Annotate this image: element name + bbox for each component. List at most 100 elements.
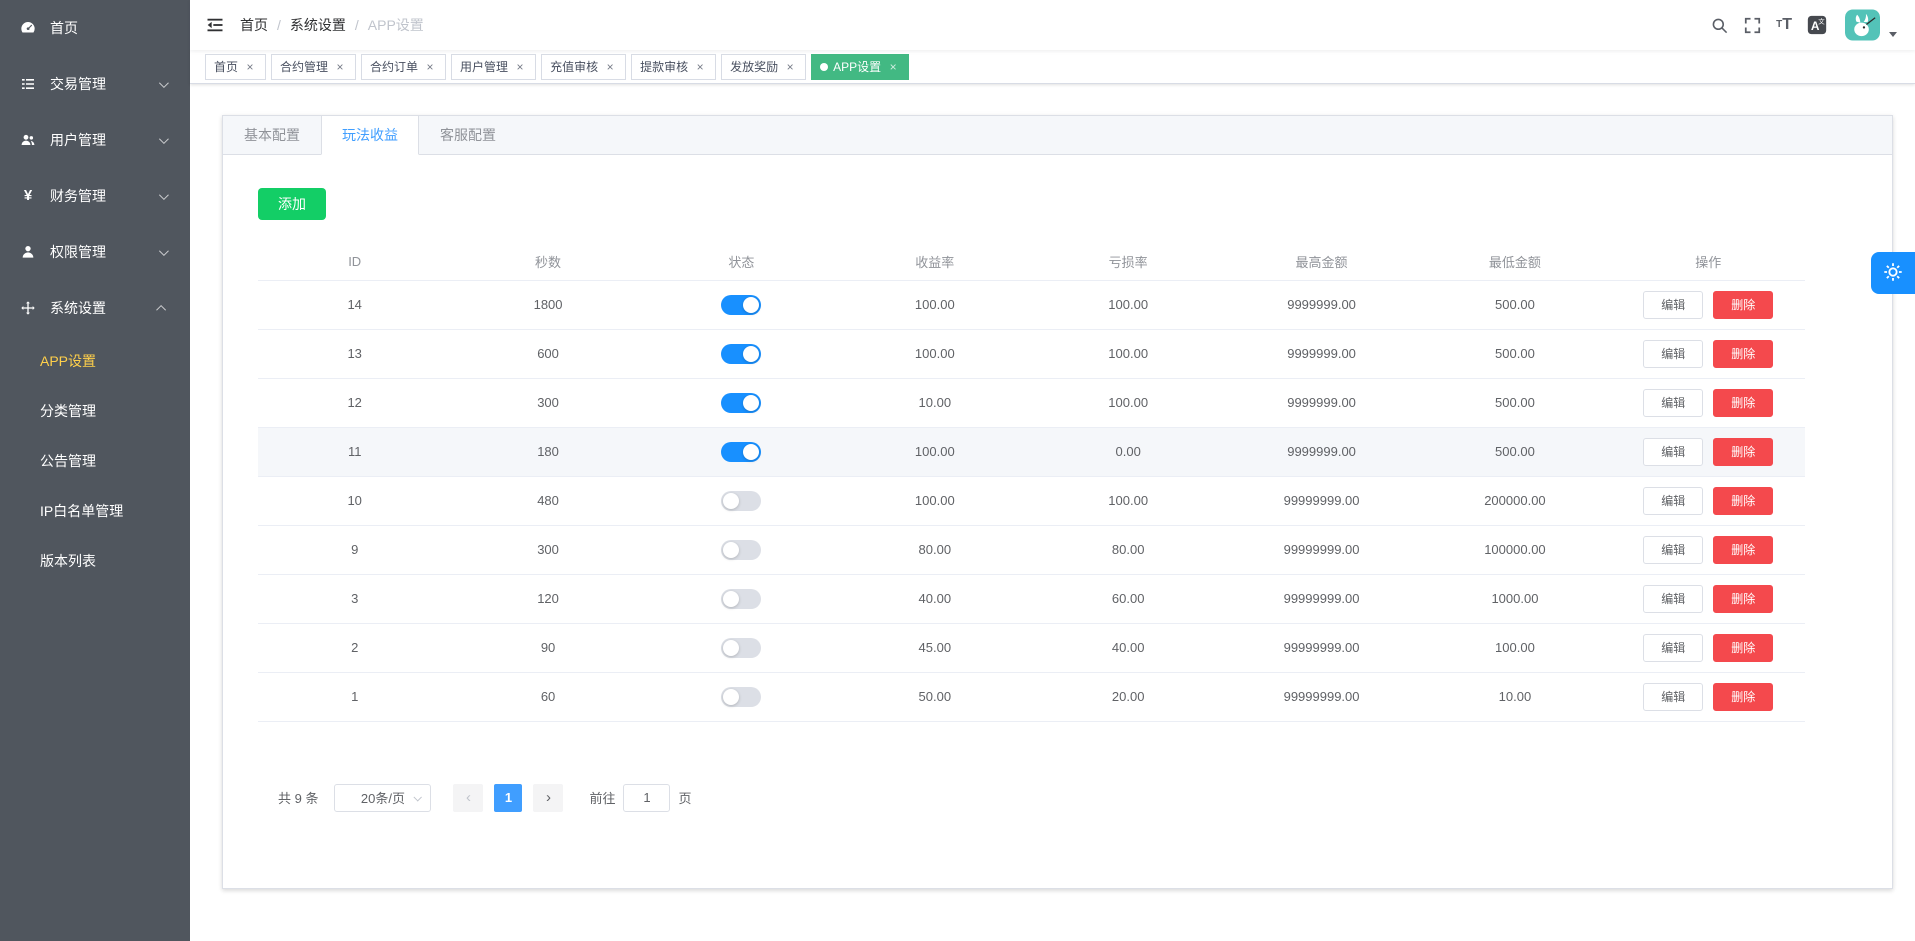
prev-page-button[interactable]: ‹ (453, 784, 483, 812)
delete-button[interactable]: 删除 (1713, 291, 1773, 319)
status-switch[interactable] (721, 540, 761, 560)
delete-button[interactable]: 删除 (1713, 536, 1773, 564)
sidebar-item-label: 用户管理 (50, 130, 159, 150)
edit-button[interactable]: 编辑 (1643, 634, 1703, 662)
tag-label: 充值审核 (550, 58, 598, 75)
cell-profit-rate: 100.00 (838, 280, 1031, 329)
pagination-total: 共 9 条 (278, 788, 318, 807)
edit-button[interactable]: 编辑 (1643, 487, 1703, 515)
tab-0[interactable]: 基本配置 (223, 116, 321, 155)
tag-label: 合约管理 (280, 58, 328, 75)
delete-button[interactable]: 删除 (1713, 340, 1773, 368)
cell-actions: 编辑删除 (1612, 672, 1805, 721)
page-number-button[interactable]: 1 (494, 784, 522, 812)
sidebar-item-2[interactable]: 用户管理 (0, 112, 190, 168)
switch-knob (743, 395, 759, 411)
tag-5[interactable]: 提款审核× (631, 54, 716, 80)
tag-close-icon[interactable]: × (603, 60, 617, 74)
tag-1[interactable]: 合约管理 × (271, 54, 356, 80)
tag-close-icon[interactable]: × (886, 60, 900, 74)
cell-max-amount: 9999999.00 (1225, 378, 1418, 427)
status-switch[interactable] (721, 393, 761, 413)
language-icon[interactable]: A 文 (1799, 0, 1835, 50)
edit-button[interactable]: 编辑 (1643, 536, 1703, 564)
edit-button[interactable]: 编辑 (1643, 438, 1703, 466)
sidebar-subitem-5-4[interactable]: 版本列表 (0, 536, 190, 586)
status-switch[interactable] (721, 687, 761, 707)
status-switch[interactable] (721, 491, 761, 511)
tag-7[interactable]: APP设置× (811, 54, 909, 80)
edit-button[interactable]: 编辑 (1643, 340, 1703, 368)
table-row: 10480100.00100.0099999999.00200000.00编辑删… (258, 476, 1805, 525)
cell-id: 13 (258, 329, 451, 378)
sidebar-item-3[interactable]: ¥财务管理 (0, 168, 190, 224)
sidebar-subitem-5-0[interactable]: APP设置 (0, 336, 190, 386)
cell-seconds: 300 (451, 378, 644, 427)
search-icon[interactable] (1703, 0, 1736, 50)
sidebar-item-4[interactable]: 权限管理 (0, 224, 190, 280)
tag-close-icon[interactable]: × (423, 60, 437, 74)
sidebar-subitem-5-2[interactable]: 公告管理 (0, 436, 190, 486)
cell-profit-rate: 40.00 (838, 574, 1031, 623)
sidebar-subitem-5-1[interactable]: 分类管理 (0, 386, 190, 436)
delete-button[interactable]: 删除 (1713, 683, 1773, 711)
cell-status (645, 672, 838, 721)
tag-3[interactable]: 用户管理× (451, 54, 536, 80)
delete-button[interactable]: 删除 (1713, 585, 1773, 613)
rabbit-avatar-image (1845, 9, 1880, 41)
status-switch[interactable] (721, 638, 761, 658)
edit-button[interactable]: 编辑 (1643, 585, 1703, 613)
chevron-down-icon (159, 78, 169, 88)
tag-close-icon[interactable]: × (783, 60, 797, 74)
tab-2[interactable]: 客服配置 (419, 116, 517, 155)
tag-close-icon[interactable]: × (693, 60, 707, 74)
tag-6[interactable]: 发放奖励× (721, 54, 806, 80)
breadcrumb-item-1[interactable]: 系统设置 (290, 15, 346, 35)
cell-actions: 编辑删除 (1612, 329, 1805, 378)
tag-close-icon[interactable]: × (243, 60, 257, 74)
column-header: 操作 (1612, 244, 1805, 280)
delete-button[interactable]: 删除 (1713, 438, 1773, 466)
cell-status (645, 378, 838, 427)
tab-1[interactable]: 玩法收益 (321, 116, 419, 155)
page-size-select[interactable]: 20条/页 (334, 784, 431, 812)
active-dot (820, 63, 828, 71)
status-switch[interactable] (721, 344, 761, 364)
sidebar-subitem-5-3[interactable]: IP白名单管理 (0, 486, 190, 536)
avatar (1845, 9, 1880, 41)
tag-2[interactable]: 合约订单× (361, 54, 446, 80)
tag-close-icon[interactable]: × (333, 60, 347, 74)
status-switch[interactable] (721, 295, 761, 315)
cell-status (645, 329, 838, 378)
breadcrumb-item-0[interactable]: 首页 (240, 15, 268, 35)
edit-button[interactable]: 编辑 (1643, 291, 1703, 319)
tag-label: 首页 (214, 58, 238, 75)
sidebar-item-0[interactable]: 首页 (0, 0, 190, 56)
cell-profit-rate: 45.00 (838, 623, 1031, 672)
cell-max-amount: 99999999.00 (1225, 623, 1418, 672)
delete-button[interactable]: 删除 (1713, 389, 1773, 417)
avatar-dropdown[interactable] (1845, 9, 1897, 41)
delete-button[interactable]: 删除 (1713, 487, 1773, 515)
edit-button[interactable]: 编辑 (1643, 389, 1703, 417)
next-page-button[interactable]: › (533, 784, 563, 812)
status-switch[interactable] (721, 589, 761, 609)
edit-button[interactable]: 编辑 (1643, 683, 1703, 711)
settings-panel-button[interactable] (1871, 252, 1915, 294)
tag-close-icon[interactable]: × (513, 60, 527, 74)
status-switch[interactable] (721, 442, 761, 462)
tag-4[interactable]: 充值审核 × (541, 54, 626, 80)
tab-panel-playmethod-profit: 添加 ID秒数状态收益率亏损率最高金额最低金额操作 141800100.0010… (223, 155, 1892, 812)
sidebar-item-label: 权限管理 (50, 242, 159, 262)
tag-0[interactable]: 首页 × (205, 54, 266, 80)
goto-page-input[interactable] (623, 784, 670, 812)
sidebar-item-1[interactable]: 交易管理 (0, 56, 190, 112)
hamburger-button[interactable] (190, 0, 240, 50)
delete-button[interactable]: 删除 (1713, 634, 1773, 662)
cell-status (645, 623, 838, 672)
sidebar-item-5[interactable]: 系统设置 (0, 280, 190, 336)
text-size-icon[interactable]: TT (1769, 0, 1799, 50)
add-button[interactable]: 添加 (258, 188, 326, 220)
breadcrumb: 首页/系统设置/APP设置 (240, 15, 424, 35)
fullscreen-icon[interactable] (1736, 0, 1769, 50)
